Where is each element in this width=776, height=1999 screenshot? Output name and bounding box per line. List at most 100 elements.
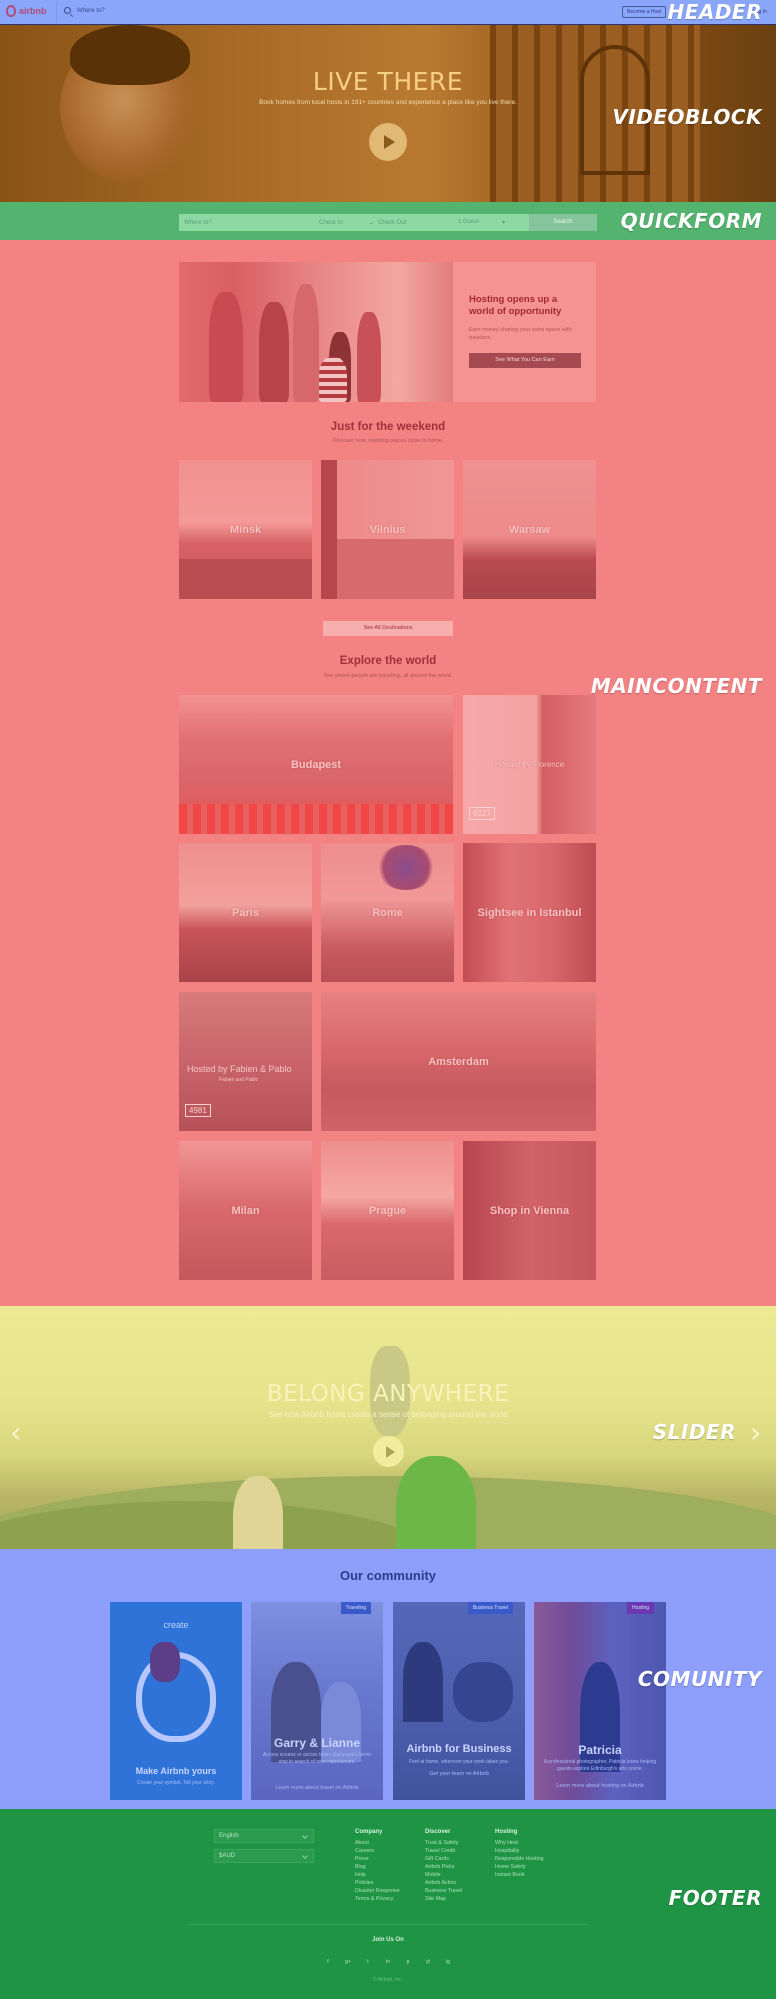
facebook-icon[interactable]: f [323, 1957, 333, 1967]
header: airbnb Where to? Become a Host Log In HE… [0, 0, 776, 25]
section-label-footer: FOOTER [668, 1886, 762, 1910]
host-promo-image [179, 262, 453, 402]
host-promo-text: Earn money sharing your extra space with… [469, 327, 572, 341]
section-label-community: COMUNITY [637, 1667, 762, 1691]
host-sub-label: Fabien and Pablo [219, 1077, 259, 1083]
create-brand: create [163, 1620, 189, 1630]
explore-label: Shop in Vienna [489, 1204, 570, 1217]
chevron-left-icon[interactable]: ‹ [10, 1416, 21, 1449]
community-title: Our community [339, 1568, 437, 1583]
join-us-label: Join Us On [372, 1937, 404, 1943]
footer-link[interactable]: Why Host [495, 1839, 544, 1847]
footer-link[interactable]: Help [355, 1871, 400, 1879]
footer-link[interactable]: Blog [355, 1863, 400, 1871]
footer-link[interactable]: Press [355, 1855, 400, 1863]
header-divider [56, 2, 57, 23]
explore-tile-rome[interactable]: Rome [321, 843, 454, 982]
explore-tile-hosted-florence[interactable]: Hosted by Florence 6227 [463, 695, 596, 834]
explore-label: Rome [372, 906, 403, 919]
pinterest-icon[interactable]: p [403, 1957, 413, 1967]
currency-select[interactable]: $AUD [214, 1849, 314, 1863]
footer-link[interactable]: Business Travel [425, 1887, 462, 1895]
explore-tile-vienna[interactable]: Shop in Vienna [463, 1141, 596, 1280]
footer-link[interactable]: Mobile [425, 1871, 462, 1879]
community-card-link[interactable]: Get your team on Airbnb [393, 1771, 525, 1777]
footer-link[interactable]: Instant Book [495, 1871, 544, 1879]
explore-tile-amsterdam[interactable]: Amsterdam [321, 992, 596, 1131]
instagram-icon[interactable]: ig [443, 1957, 453, 1967]
explore-tile-paris[interactable]: Paris [179, 843, 312, 982]
header-search[interactable]: Where to? [64, 7, 105, 14]
chevron-right-icon[interactable]: › [750, 1416, 761, 1449]
search-button[interactable]: Search [529, 214, 597, 231]
footer-link[interactable]: Home Safety [495, 1863, 544, 1871]
footer-link[interactable]: About [355, 1839, 400, 1847]
weekend-title: Just for the weekend [330, 421, 446, 433]
footer-link[interactable]: Responsible Hosting [495, 1855, 544, 1863]
footer-link[interactable]: Disaster Response [355, 1887, 400, 1895]
explore-label: Prague [368, 1204, 407, 1217]
footer-link[interactable]: Travel Credit [425, 1847, 462, 1855]
destination-tile-minsk[interactable]: Minsk [179, 460, 312, 599]
destination-label: Minsk [229, 523, 262, 536]
guests-select[interactable]: 1 Guest ▾ [454, 219, 509, 226]
explore-tile-istanbul[interactable]: Sightsee in Istanbul [463, 843, 596, 982]
community-card-garry-lianne[interactable]: Traveling Garry & Lianne Across oceans o… [251, 1602, 383, 1800]
footer-link[interactable]: Trust & Safety [425, 1839, 462, 1847]
footer-link[interactable]: Site Map [425, 1895, 462, 1903]
explore-tile-prague[interactable]: Prague [321, 1141, 454, 1280]
footer-link[interactable]: Airbnb Picks [425, 1863, 462, 1871]
slider-title: BELONG ANYWHERE [266, 1381, 510, 1407]
airbnb-logo-icon [6, 5, 16, 17]
logo-text: airbnb [19, 6, 47, 16]
play-icon[interactable] [373, 1436, 404, 1467]
twitter-icon[interactable]: t [363, 1957, 373, 1967]
community-card-name: Garry & Lianne [273, 1736, 361, 1750]
language-select[interactable]: English [214, 1829, 314, 1843]
footer-link[interactable]: Hospitality [495, 1847, 544, 1855]
explore-title: Explore the world [339, 655, 437, 667]
explore-label: Hosted by Fabien & Pablo [187, 1064, 292, 1074]
see-what-you-can-earn-button[interactable]: See What You Can Earn [469, 353, 581, 368]
explore-label: Paris [232, 906, 259, 919]
check-out-input[interactable]: Check Out [378, 220, 454, 226]
footer-link[interactable]: Airbnb Action [425, 1879, 462, 1887]
community-card-link[interactable]: Learn more about travel on Airbnb [251, 1785, 383, 1791]
slider-subtitle: See how Airbnb hosts create a sense of b… [268, 1410, 508, 1419]
section-label-header: HEADER [667, 0, 762, 24]
see-all-destinations-button[interactable]: See All Destinations [323, 621, 453, 636]
cyclist-figure [150, 1642, 180, 1682]
play-icon[interactable] [369, 123, 407, 161]
footer-link[interactable]: Policies [355, 1879, 400, 1887]
footer-column-company: Company About Careers Press Blog Help Po… [355, 1829, 400, 1903]
chevron-down-icon: ▾ [501, 220, 505, 226]
become-host-button[interactable]: Become a Host [622, 6, 666, 18]
host-promo-card: Hosting opens up a world of opportunity … [179, 262, 596, 402]
section-label-video: VIDEOBLOCK [612, 105, 762, 129]
explore-tile-budapest[interactable]: Budapest [179, 695, 453, 834]
count-badge: 4981 [185, 1104, 211, 1117]
where-input[interactable]: Where to? [179, 220, 319, 226]
logo[interactable]: airbnb [6, 5, 47, 17]
linkedin-icon[interactable]: in [383, 1957, 393, 1967]
video-title: LIVE THERE [312, 67, 464, 96]
video-block: LIVE THERE Book homes from local hosts i… [0, 25, 776, 202]
destination-tile-warsaw[interactable]: Warsaw [463, 460, 596, 599]
community-card-link[interactable]: Learn more about hosting on Airbnb [534, 1783, 666, 1789]
google-plus-icon[interactable]: g+ [343, 1957, 353, 1967]
youtube-icon[interactable]: yt [423, 1957, 433, 1967]
check-in-input[interactable]: Check In [319, 220, 364, 226]
footer-link[interactable]: Gift Cards [425, 1855, 462, 1863]
explore-tile-milan[interactable]: Milan [179, 1141, 312, 1280]
explore-tile-hosted-fabien-pablo[interactable]: Hosted by Fabien & Pablo Fabien and Pabl… [179, 992, 312, 1131]
explore-label: Budapest [290, 758, 342, 771]
footer-link[interactable]: Terms & Privacy [355, 1895, 400, 1903]
community-card-desc: Feel at home, wherever your work takes y… [409, 1759, 509, 1765]
footer-column-heading: Hosting [495, 1829, 518, 1835]
destination-tile-vilnius[interactable]: Vilnius [321, 460, 454, 599]
community-card-patricia[interactable]: Hosting Patricia A professional photogra… [534, 1602, 666, 1800]
community-card-business[interactable]: Business Travel Airbnb for Business Feel… [393, 1602, 525, 1800]
header-search-placeholder[interactable]: Where to? [77, 8, 105, 14]
community-card-create[interactable]: create Make Airbnb yours Create your sym… [110, 1602, 242, 1800]
footer-link[interactable]: Careers [355, 1847, 400, 1855]
